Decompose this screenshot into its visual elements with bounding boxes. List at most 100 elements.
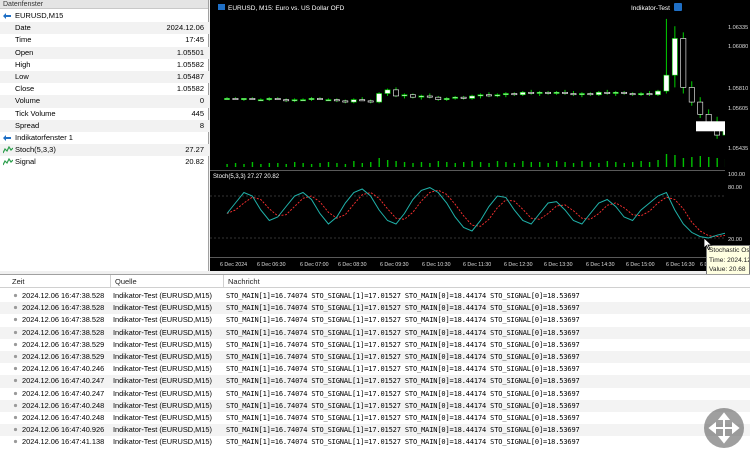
- journal-row[interactable]: 2024.12.06 16:47:40.247 Indikator-Test (E…: [0, 388, 750, 400]
- tooltip-line: Time: 2024.12.06 17:45: [709, 256, 749, 264]
- indicator-value: 20.82: [185, 157, 204, 167]
- journal-message: STO_MAIN[1]=16.74074 STO_SIGNAL[1]=17.01…: [226, 389, 580, 398]
- currency-pair-icon: [3, 13, 11, 19]
- journal-row[interactable]: 2024.12.06 16:47:40.926 Indikator-Test (E…: [0, 424, 750, 437]
- stochastic-pane[interactable]: Stoch(5,3,3) 27.27 20.82: [210, 170, 725, 257]
- volume-bar: [682, 158, 685, 167]
- info-dot-icon: [13, 403, 18, 407]
- journal-row[interactable]: 2024.12.06 16:47:40.248 Indikator-Test (E…: [0, 399, 750, 412]
- volume-bar: [547, 163, 549, 167]
- candle: [443, 97, 450, 101]
- candle: [511, 92, 518, 96]
- journal-row[interactable]: 2024.12.06 16:47:40.248 Indikator-Test (E…: [0, 412, 750, 424]
- journal-time: 2024.12.06 16:47:40.247: [22, 388, 105, 398]
- journal-row[interactable]: 2024.12.06 16:47:38.528 Indikator-Test (E…: [0, 302, 750, 315]
- data-window-row: Low 1.05487: [0, 71, 209, 84]
- stoch-label: Stoch(5,3,3) 27.27 20.82: [213, 174, 280, 180]
- candle-body: [469, 95, 475, 99]
- candle-body: [443, 98, 450, 100]
- chart-title: EURUSD, M15: Euro vs. US Dollar OFD: [228, 5, 345, 12]
- journal-source: Indikator-Test (EURUSD,M15): [113, 425, 212, 435]
- volume-bar: [370, 162, 372, 167]
- journal-row[interactable]: 2024.12.06 16:47:40.246 Indikator-Test (E…: [0, 363, 750, 375]
- journal-row[interactable]: 2024.12.06 16:47:38.528 Indikator-Test (E…: [0, 326, 750, 339]
- journal-source: Indikator-Test (EURUSD,M15): [113, 437, 212, 447]
- volume-bar: [674, 155, 676, 167]
- price-chart[interactable]: EURUSD, M15: Euro vs. US Dollar OFD Indik…: [210, 0, 725, 271]
- journal-message: STO_MAIN[1]=16.74074 STO_SIGNAL[1]=17.01…: [226, 328, 580, 337]
- data-window-title: Datenfenster: [0, 0, 208, 9]
- candle: [325, 98, 332, 102]
- candle-body: [359, 99, 366, 102]
- volume-bar: [691, 157, 693, 167]
- data-value: 8: [199, 120, 204, 130]
- candle: [426, 93, 433, 99]
- candle: [300, 98, 306, 102]
- time-label: 6 Dec 09:30: [380, 262, 409, 268]
- journal-row[interactable]: 2024.12.06 16:47:38.528 Indikator-Test (E…: [0, 290, 750, 302]
- candle-body: [266, 98, 273, 100]
- stochastic-icon: [3, 158, 13, 166]
- info-dot-icon: [13, 367, 18, 371]
- move-button[interactable]: [704, 408, 744, 448]
- data-label: Volume: [15, 96, 41, 106]
- candle: [638, 92, 644, 96]
- candle-body: [350, 99, 357, 103]
- data-window-row: Spread 8: [0, 119, 209, 132]
- volume-bar: [420, 162, 423, 167]
- column-header-time[interactable]: Zeit: [12, 277, 25, 286]
- volume-bar: [657, 160, 659, 167]
- indicator-label: Signal: [15, 157, 36, 167]
- data-value: 1.05487: [176, 72, 204, 81]
- volume-bar: [513, 163, 516, 167]
- volume-bar: [496, 161, 499, 167]
- journal-row[interactable]: 2024.12.06 16:47:41.138 Indikator-Test (E…: [0, 436, 750, 448]
- journal-row[interactable]: 2024.12.06 16:47:38.529 Indikator-Test (E…: [0, 350, 750, 364]
- time-label: 6 Dec 06:30: [257, 262, 286, 268]
- candle-body: [342, 100, 349, 103]
- journal-row[interactable]: 2024.12.06 16:47:38.528 Indikator-Test (E…: [0, 314, 750, 326]
- volume-bar: [294, 162, 296, 167]
- journal-source: Indikator-Test (EURUSD,M15): [113, 303, 212, 313]
- column-header-source[interactable]: Quelle: [115, 277, 137, 286]
- candle-body: [604, 91, 611, 94]
- candle: [359, 97, 366, 102]
- journal-row[interactable]: 2024.12.06 16:47:38.529 Indikator-Test (E…: [0, 339, 750, 351]
- data-value: 445: [191, 108, 204, 118]
- candle: [291, 98, 298, 103]
- column-header-message[interactable]: Nachricht: [228, 277, 260, 286]
- volume-bar: [479, 162, 482, 167]
- candle: [570, 91, 577, 96]
- price-pane[interactable]: EURUSD, M15: Euro vs. US Dollar OFD Indik…: [210, 0, 725, 167]
- time-label: 6 Dec 10:30: [422, 262, 451, 268]
- candle-body: [621, 91, 628, 94]
- candle: [486, 92, 492, 98]
- candle-body: [536, 91, 543, 94]
- candle: [393, 87, 399, 98]
- candle: [283, 98, 290, 103]
- candle: [477, 93, 484, 99]
- time-label: 6 Dec 12:30: [504, 262, 533, 268]
- candle: [410, 93, 416, 99]
- volume-bar: [581, 161, 583, 167]
- candle: [587, 92, 594, 96]
- volume-bar: [505, 162, 507, 167]
- time-label: 6 Dec 13:30: [544, 262, 573, 268]
- candle: [502, 92, 509, 98]
- journal-row[interactable]: 2024.12.06 16:47:40.247 Indikator-Test (E…: [0, 375, 750, 388]
- chart-right-strip: [725, 0, 750, 271]
- data-value: 2024.12.06: [166, 23, 204, 33]
- journal-message: STO_MAIN[1]=16.74074 STO_SIGNAL[1]=17.01…: [226, 365, 580, 374]
- time-label: 6 Dec 14:30: [586, 262, 615, 268]
- journal-time: 2024.12.06 16:47:38.528: [22, 291, 105, 300]
- candle: [562, 89, 568, 95]
- symbol-label: EURUSD,M15: [15, 11, 64, 20]
- candle: [342, 99, 349, 104]
- data-window-row: Time 17:45: [0, 34, 209, 46]
- journal-message: STO_MAIN[1]=16.74074 STO_SIGNAL[1]=17.01…: [226, 304, 580, 313]
- volume-bar: [623, 163, 625, 167]
- stoch-signal-line: [226, 189, 725, 238]
- journal-source: Indikator-Test (EURUSD,M15): [113, 339, 212, 349]
- candle: [452, 95, 459, 100]
- candle-body: [638, 93, 644, 96]
